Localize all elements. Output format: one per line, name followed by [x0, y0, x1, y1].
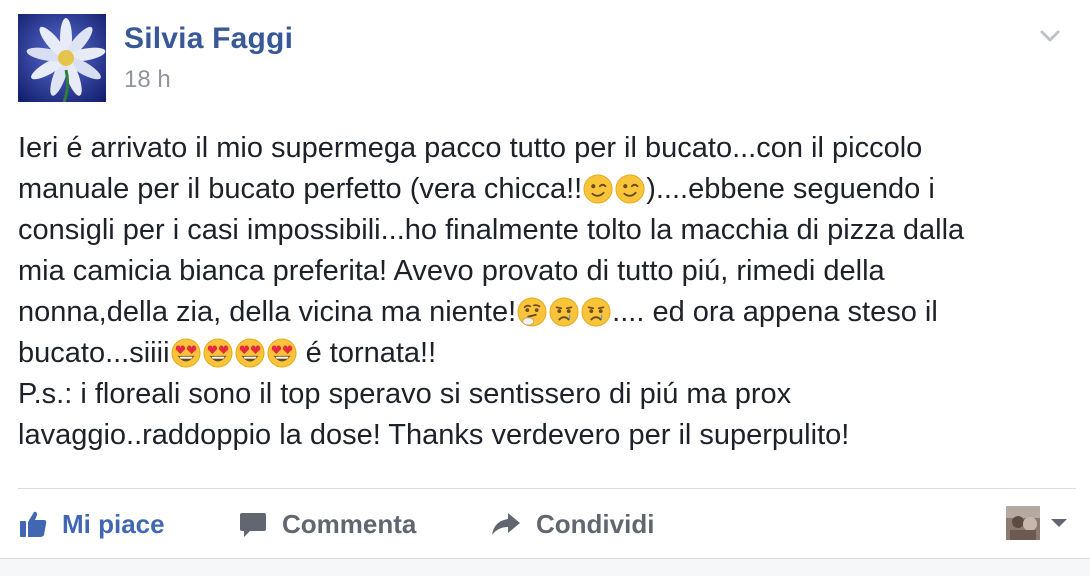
- viewer-avatar-icon: [1006, 506, 1040, 540]
- footer-bar: [0, 558, 1090, 576]
- thinking-emoji-icon: [517, 297, 547, 327]
- like-label: Mi piace: [62, 508, 165, 539]
- comment-button[interactable]: Commenta: [238, 500, 416, 548]
- post-card: Silvia Faggi 18 h Ieri é arrivato il mio…: [0, 0, 1090, 576]
- post-text-line: Ieri é arrivato il mio supermega pacco t…: [18, 128, 1078, 169]
- heart-eyes-emoji-icon: [234, 338, 265, 368]
- post-text-segment: nonna,della zia, della vicina ma niente!: [18, 296, 517, 328]
- post-text-segment: Ieri é arrivato il mio supermega pacco t…: [18, 132, 923, 164]
- post-text-segment: lavaggio..raddoppio la dose! Thanks verd…: [18, 419, 850, 451]
- post-text-line: mia camicia bianca preferita! Avevo prov…: [18, 251, 1078, 292]
- post-text-segment: bucato...siiii: [18, 337, 170, 369]
- heart-eyes-emoji-icon: [266, 338, 297, 368]
- comment-bubble-icon: [240, 513, 266, 537]
- comment-label: Commenta: [282, 508, 417, 539]
- thumbs-up-icon: [20, 511, 47, 537]
- sad-tear-emoji-icon: [581, 297, 611, 327]
- post-text-segment: .... ed ora appena steso il: [612, 296, 938, 328]
- post-text-line: P.s.: i floreali sono il top speravo si …: [18, 374, 1078, 415]
- post-text-line: consigli per i casi impossibili...ho fin…: [18, 210, 1078, 251]
- post-text-line: manuale per il bucato perfetto (vera chi…: [18, 169, 1078, 210]
- share-label: Condividi: [536, 508, 655, 539]
- sad-tear-emoji-icon: [549, 297, 579, 327]
- post-text-segment: )....ebbene seguendo i: [646, 173, 935, 205]
- post-text-segment: consigli per i casi impossibili...ho fin…: [18, 214, 965, 246]
- viewer-selector[interactable]: [1006, 506, 1068, 540]
- wink-emoji-icon: [615, 174, 645, 204]
- post-timestamp[interactable]: 18 h: [124, 66, 171, 94]
- author-name[interactable]: Silvia Faggi: [124, 22, 293, 56]
- caret-down-icon: [1051, 519, 1067, 527]
- post-actions: Mi piace Commenta Condividi: [18, 500, 1078, 548]
- post-text-line: lavaggio..raddoppio la dose! Thanks verd…: [18, 415, 1078, 456]
- share-button[interactable]: Condividi: [490, 500, 654, 548]
- author-avatar[interactable]: [18, 14, 106, 102]
- chevron-down-icon[interactable]: [1036, 22, 1064, 50]
- post-text-line: bucato...siiii é tornata!!: [18, 333, 1078, 374]
- post-text-segment: mia camicia bianca preferita! Avevo prov…: [18, 255, 885, 287]
- post-text-segment: manuale per il bucato perfetto (vera chi…: [18, 173, 583, 205]
- wink-emoji-icon: [583, 174, 613, 204]
- post-header: Silvia Faggi 18 h: [18, 14, 1078, 104]
- daisy-photo-icon: [18, 14, 106, 102]
- divider: [18, 488, 1076, 489]
- post-body: Ieri é arrivato il mio supermega pacco t…: [18, 128, 1078, 456]
- like-button[interactable]: Mi piace: [18, 500, 165, 548]
- post-text-segment: P.s.: i floreali sono il top speravo si …: [18, 378, 792, 410]
- heart-eyes-emoji-icon: [202, 338, 233, 368]
- post-text-line: nonna,della zia, della vicina ma niente!…: [18, 292, 1078, 333]
- share-arrow-icon: [492, 513, 520, 535]
- heart-eyes-emoji-icon: [170, 338, 201, 368]
- post-text-segment: é tornata!!: [297, 337, 437, 369]
